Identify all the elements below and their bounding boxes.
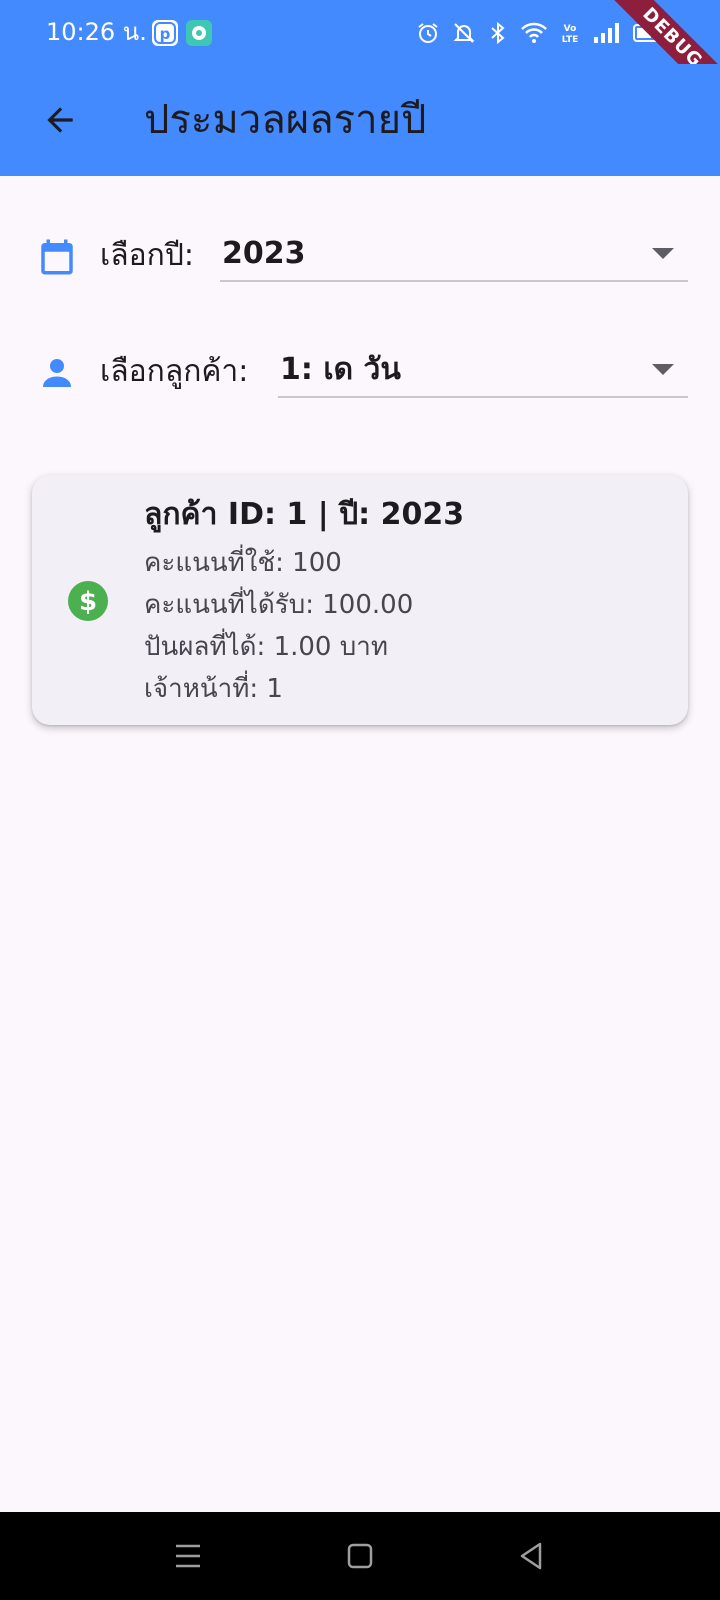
volte-icon: VoLTE <box>562 24 579 45</box>
alarm-icon <box>418 23 438 43</box>
wifi-icon <box>521 22 547 43</box>
svg-text:$: $ <box>79 587 97 617</box>
officer: เจ้าหน้าที่: 1 <box>144 674 283 704</box>
year-selector-row: เลือกปี: 2023 <box>36 228 688 288</box>
menu-icon[interactable] <box>170 1538 206 1574</box>
back-button[interactable] <box>32 92 88 148</box>
customer-dropdown[interactable]: 1: เด วัน <box>278 344 688 398</box>
customer-label: เลือกลูกค้า: <box>100 354 249 389</box>
status-time: 10:26 น. <box>46 18 147 46</box>
svg-text:p: p <box>160 25 171 43</box>
signal-icon <box>594 23 619 43</box>
home-square-icon[interactable] <box>342 1538 378 1574</box>
svg-text:LTE: LTE <box>562 35 579 45</box>
points-used: คะแนนที่ใช้: 100 <box>144 548 342 578</box>
points-earned: คะแนนที่ได้รับ: 100.00 <box>144 590 414 620</box>
status-icons: Vo LTE <box>416 18 666 48</box>
app-bar: ประมวลผลรายปี <box>0 64 720 176</box>
dollar-icon: $ <box>68 581 108 621</box>
dividend: ปันผลที่ได้: 1.00 บาท <box>144 632 388 662</box>
mute-bell-icon <box>453 23 475 43</box>
chat-app-icon <box>186 20 212 46</box>
card-title: ลูกค้า ID: 1 | ปี: 2023 <box>144 497 465 532</box>
customer-selector-row: เลือกลูกค้า: 1: เด วัน <box>36 344 688 404</box>
svg-text:Vo: Vo <box>564 24 577 34</box>
year-dropdown[interactable]: 2023 <box>220 228 688 282</box>
year-label: เลือกปี: <box>100 238 194 273</box>
dropdown-arrow-icon <box>652 248 674 259</box>
bluetooth-icon <box>491 21 505 45</box>
dropdown-arrow-icon <box>652 364 674 375</box>
person-icon <box>43 359 71 387</box>
result-card[interactable]: $ ลูกค้า ID: 1 | ปี: 2023 คะแนนที่ใช้: 1… <box>32 475 688 725</box>
page-title: ประมวลผลรายปี <box>144 97 427 143</box>
customer-value: 1: เด วัน <box>280 352 401 387</box>
arrow-back-icon <box>47 107 73 133</box>
pinned-note-icon: p <box>152 20 178 46</box>
year-value: 2023 <box>222 236 306 271</box>
status-bar: 10:26 น. p Vo LTE DEBUG <box>0 0 720 119</box>
calendar-icon <box>41 239 73 275</box>
back-triangle-icon[interactable] <box>514 1538 550 1574</box>
system-nav-bar <box>0 1512 720 1600</box>
